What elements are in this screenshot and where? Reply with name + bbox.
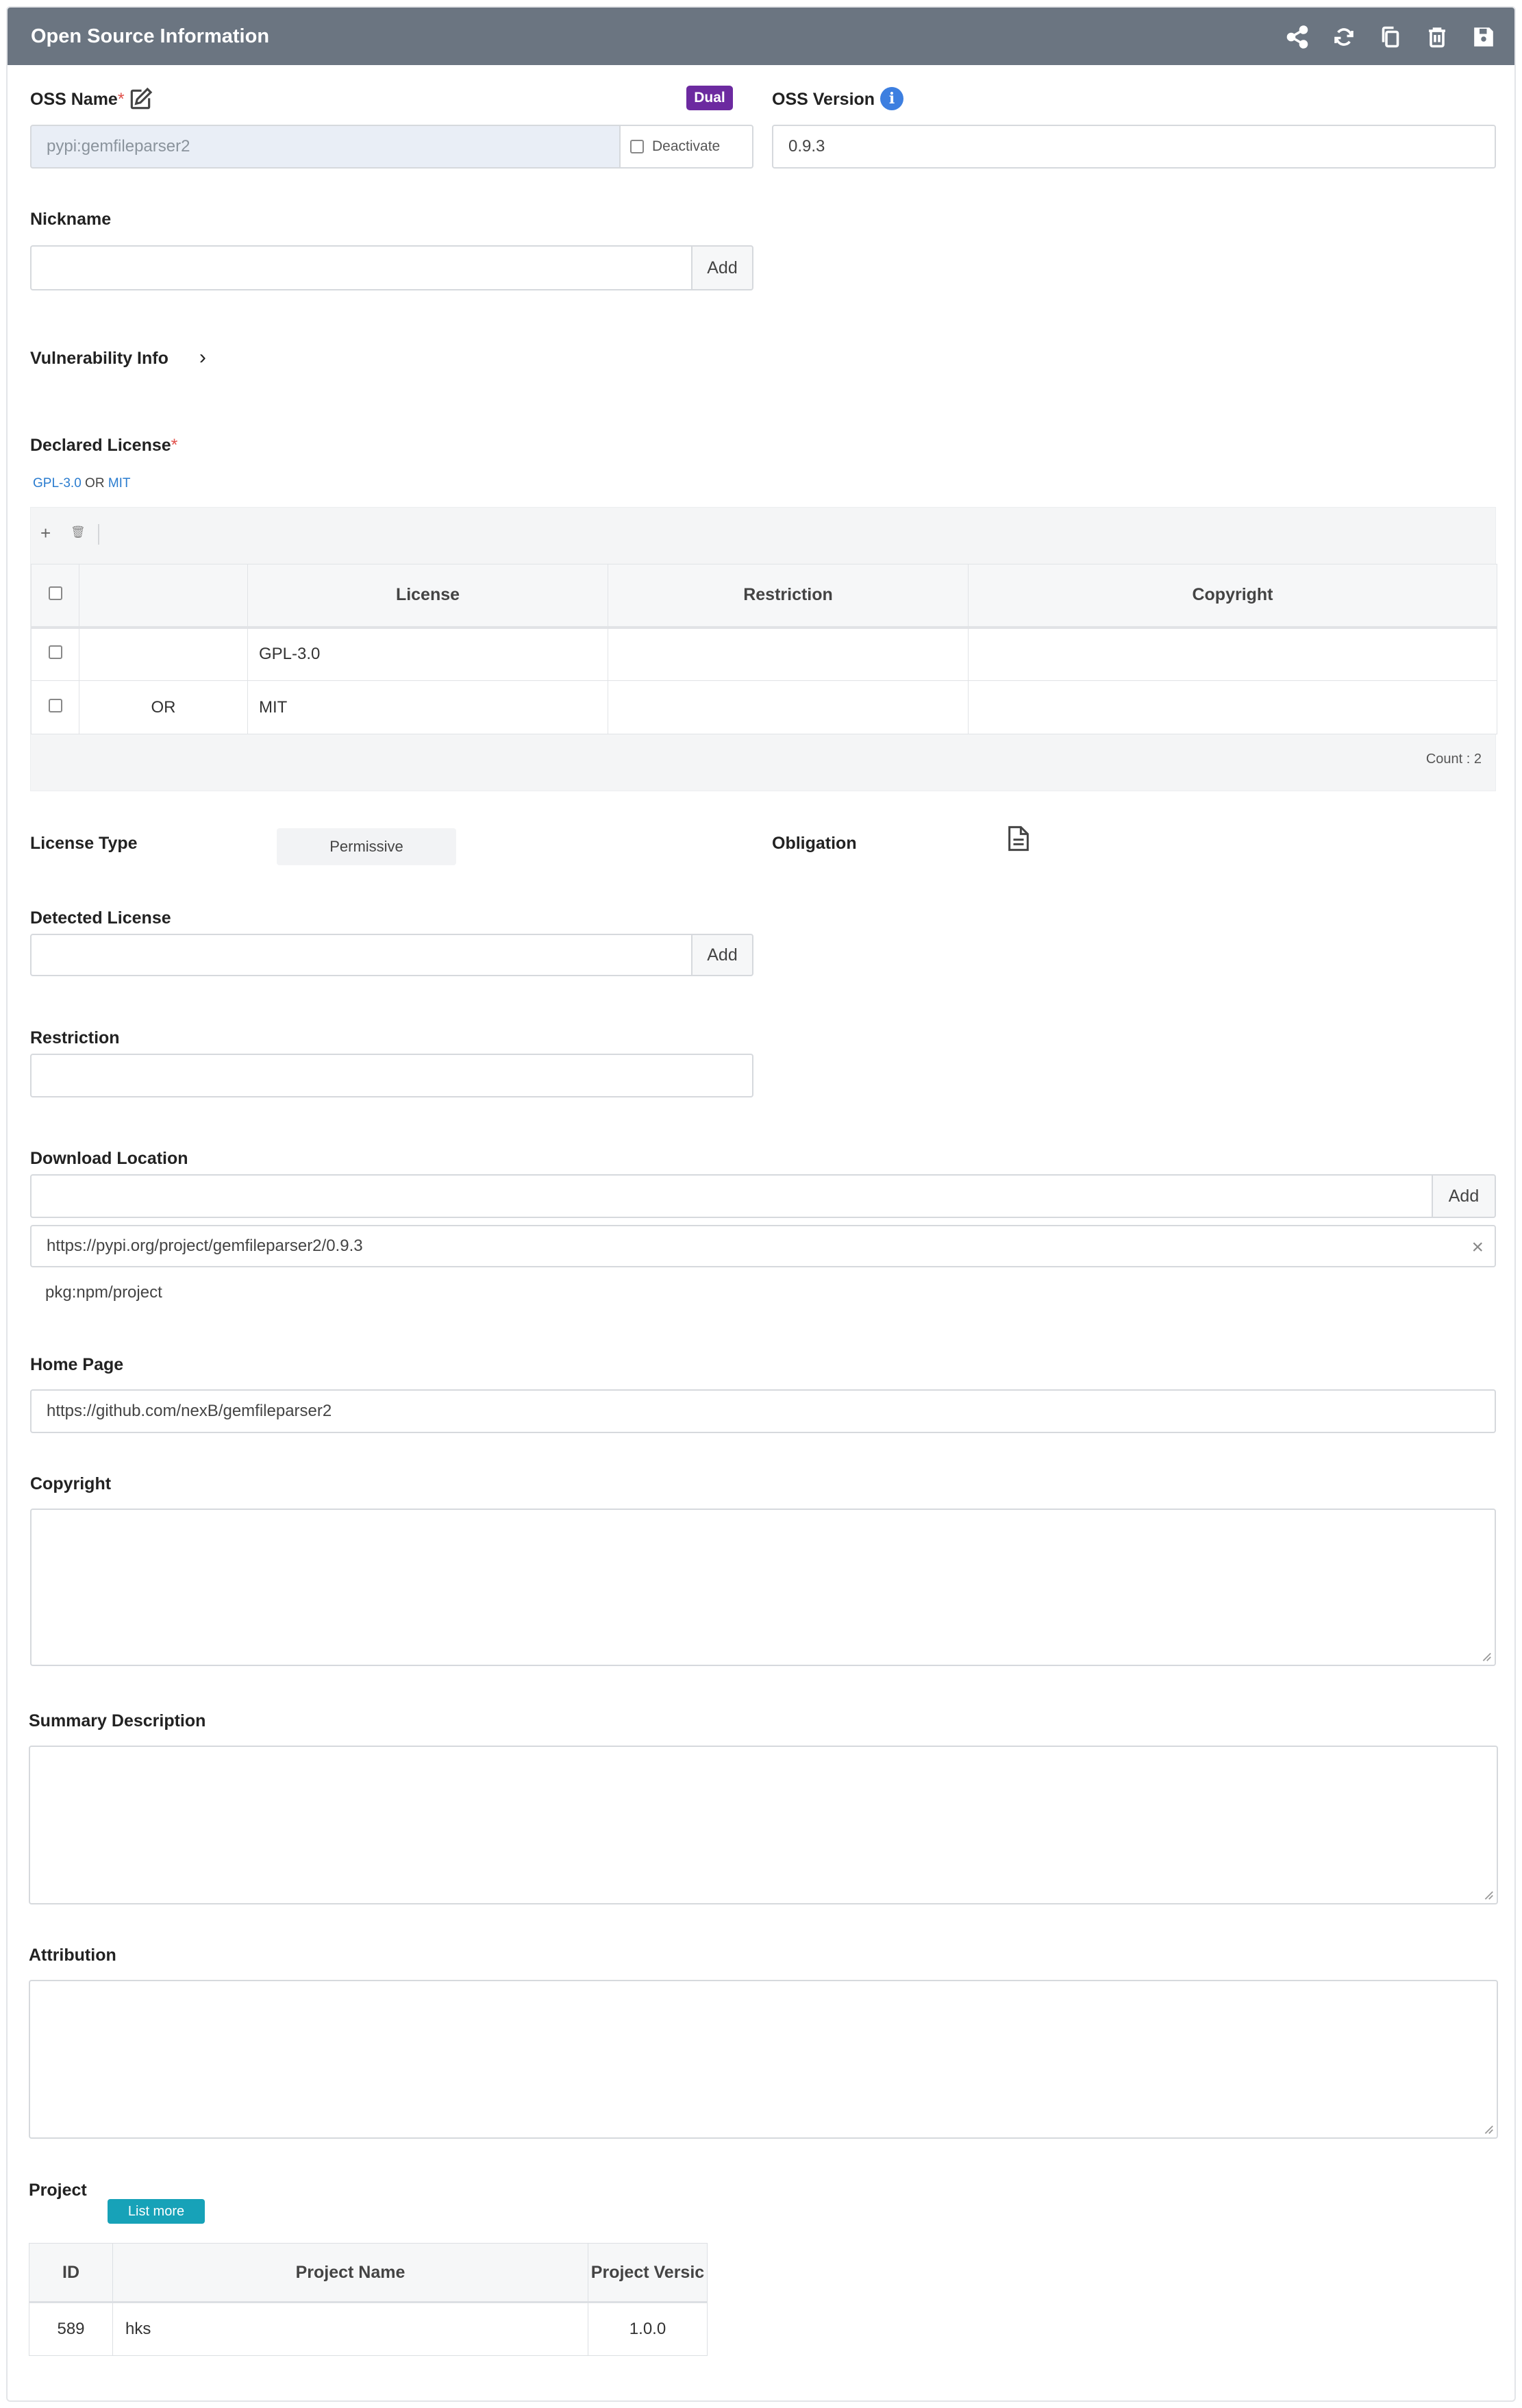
vulnerability-info-toggle[interactable]: Vulnerability Info › — [30, 346, 206, 369]
restriction-input[interactable] — [30, 1054, 753, 1097]
copyright-label: Copyright — [30, 1474, 112, 1493]
nickname-label: Nickname — [30, 210, 112, 229]
oss-version-label: OSS Version — [772, 90, 875, 109]
close-icon[interactable]: × — [1471, 1236, 1484, 1259]
operator-cell[interactable] — [79, 627, 248, 681]
restriction-label: Restriction — [30, 1028, 120, 1047]
nickname-add-button[interactable]: Add — [691, 245, 753, 290]
vulnerability-label: Vulnerability Info — [30, 349, 169, 368]
project-name-cell[interactable]: hks — [112, 2302, 588, 2356]
deactivate-toggle[interactable]: Deactivate — [619, 125, 753, 169]
license-cell[interactable]: GPL-3.0 — [247, 627, 608, 681]
row-select-cell — [31, 680, 79, 734]
resize-handle-icon[interactable] — [1480, 1650, 1492, 1662]
row-select-cell — [31, 627, 79, 681]
project-table: ID Project Name Project Versic 589 hks 1… — [29, 2243, 708, 2356]
table-header-row: ID Project Name Project Versic — [29, 2243, 708, 2303]
summary-description-textarea[interactable] — [29, 1746, 1498, 1904]
toolbar-divider — [98, 524, 99, 545]
document-icon[interactable] — [1007, 825, 1030, 857]
delete-row-icon[interactable]: 🗑 — [71, 525, 86, 539]
resize-handle-icon[interactable] — [1482, 1888, 1494, 1900]
select-all-header — [31, 564, 79, 629]
deactivate-checkbox[interactable] — [630, 140, 644, 153]
obligation-label: Obligation — [772, 834, 857, 853]
copyright-cell[interactable] — [968, 680, 1497, 734]
license-header: License — [247, 564, 608, 629]
declared-license-label-text: Declared License — [30, 436, 171, 455]
license-cell[interactable]: MIT — [247, 680, 608, 734]
project-id-header: ID — [29, 2243, 113, 2303]
download-location-add-button[interactable]: Add — [1432, 1174, 1496, 1218]
download-location-input[interactable] — [30, 1174, 1433, 1218]
detected-license-label: Detected License — [30, 908, 171, 928]
license-type-label: License Type — [30, 834, 138, 853]
share-icon[interactable] — [1283, 23, 1312, 51]
list-more-button[interactable]: List more — [108, 2199, 205, 2224]
declared-license-grid: + 🗑 License Restriction Copyright GPL-3.… — [30, 507, 1497, 791]
download-location-url[interactable]: https://pypi.org/project/gemfileparser2/… — [47, 1237, 363, 1256]
package-url: pkg:npm/project — [45, 1283, 162, 1302]
copyright-textarea[interactable] — [30, 1509, 1496, 1666]
save-icon[interactable] — [1469, 23, 1498, 51]
project-id-cell[interactable]: 589 — [29, 2302, 113, 2356]
add-row-icon[interactable]: + — [40, 523, 51, 544]
copyright-cell[interactable] — [968, 627, 1497, 681]
project-version-cell[interactable]: 1.0.0 — [588, 2302, 708, 2356]
license-summary: GPL-3.0 OR MIT — [33, 476, 131, 491]
summary-description-label: Summary Description — [29, 1711, 206, 1730]
oss-name-label: OSS Name* — [30, 90, 125, 110]
info-icon[interactable]: i — [880, 87, 903, 110]
license-type-value: Permissive — [277, 828, 456, 865]
row-count: Count : 2 — [1425, 752, 1482, 767]
restriction-cell[interactable] — [608, 680, 969, 734]
license-operator: OR — [85, 476, 105, 491]
oss-version-input[interactable]: 0.9.3 — [772, 125, 1496, 169]
operator-header — [79, 564, 248, 629]
required-mark: * — [171, 436, 178, 455]
nickname-input[interactable] — [30, 245, 693, 290]
detected-license-add-button[interactable]: Add — [691, 934, 753, 976]
copy-icon[interactable] — [1376, 23, 1405, 51]
dual-badge: Dual — [686, 86, 733, 110]
project-name-header: Project Name — [112, 2243, 588, 2303]
restriction-cell[interactable] — [608, 627, 969, 681]
declared-license-table: License Restriction Copyright GPL-3.0 OR… — [31, 564, 1497, 734]
row-checkbox[interactable] — [48, 645, 62, 660]
chevron-right-icon: › — [199, 346, 206, 369]
declared-license-label: Declared License* — [30, 436, 177, 456]
table-header-row: License Restriction Copyright — [31, 564, 1497, 629]
panel-header: Open Source Information — [8, 8, 1514, 65]
select-all-checkbox[interactable] — [48, 586, 62, 601]
license-link-gpl[interactable]: GPL-3.0 — [33, 476, 82, 491]
oss-name-input[interactable]: pypi:gemfileparser2 — [30, 125, 621, 169]
detected-license-input[interactable] — [30, 934, 693, 976]
license-link-mit[interactable]: MIT — [108, 476, 131, 491]
table-row[interactable]: 589 hks 1.0.0 — [29, 2302, 708, 2356]
deactivate-label: Deactivate — [652, 138, 721, 154]
resize-handle-icon[interactable] — [1482, 2122, 1494, 2135]
row-checkbox[interactable] — [48, 698, 62, 712]
trash-icon[interactable] — [1423, 23, 1451, 51]
grid-toolbar: + 🗑 — [31, 508, 1495, 562]
attribution-textarea[interactable] — [29, 1980, 1498, 2139]
required-mark: * — [117, 90, 125, 109]
panel-title: Open Source Information — [31, 25, 270, 47]
project-version-header: Project Versic — [588, 2243, 708, 2303]
table-row[interactable]: GPL-3.0 — [31, 627, 1497, 681]
attribution-label: Attribution — [29, 1946, 116, 1965]
oss-name-label-text: OSS Name — [30, 90, 118, 109]
download-location-label: Download Location — [30, 1149, 188, 1168]
restriction-header: Restriction — [608, 564, 969, 629]
home-page-label: Home Page — [30, 1355, 124, 1374]
home-page-input[interactable]: https://github.com/nexB/gemfileparser2 — [30, 1389, 1496, 1433]
copyright-header: Copyright — [968, 564, 1497, 629]
table-row[interactable]: OR MIT — [31, 680, 1497, 734]
operator-cell[interactable]: OR — [79, 680, 248, 734]
download-location-entry: https://pypi.org/project/gemfileparser2/… — [30, 1225, 1496, 1267]
edit-icon[interactable] — [127, 86, 153, 117]
project-label: Project — [29, 2181, 87, 2200]
refresh-icon[interactable] — [1330, 23, 1358, 51]
